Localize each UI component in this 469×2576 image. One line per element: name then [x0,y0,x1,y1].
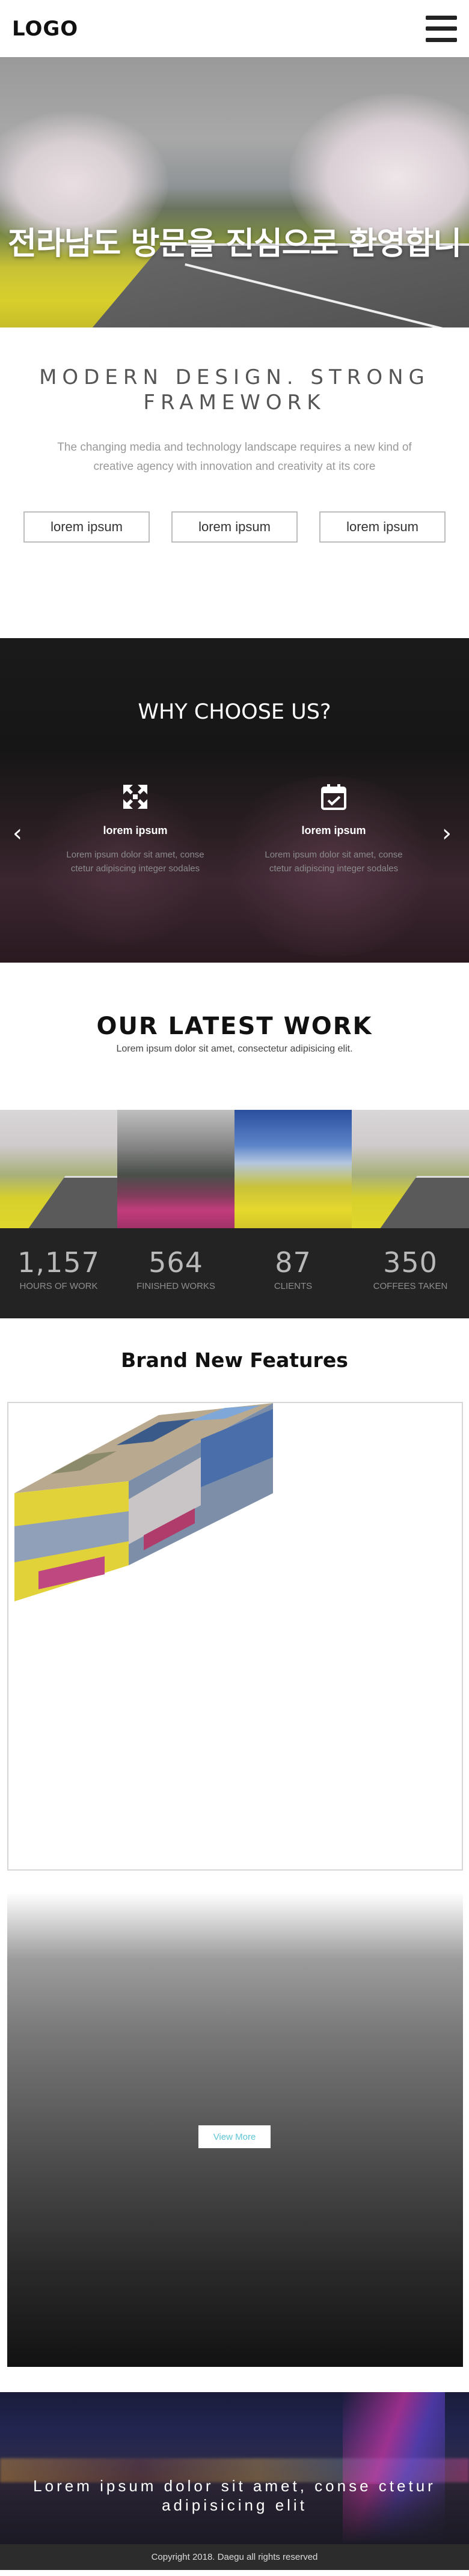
why-title: WHY CHOOSE US? [138,700,331,724]
calendar-check-icon [319,782,348,811]
feature-name: lorem ipsum [301,824,366,836]
logo[interactable]: LOGO [12,17,78,41]
chevron-left-icon[interactable]: ‹ [8,821,26,845]
stat-label: FINISHED WORKS [136,1281,215,1291]
view-more-button[interactable]: View More [198,2125,271,2148]
view-more-panel: View More [7,1892,463,2367]
stat-label: COFFEES TAKEN [373,1281,448,1291]
stat-item: 1,157 HOURS OF WORK [0,1228,117,1318]
stat-number: 350 [383,1246,438,1279]
intro-title: MODERN DESIGN. STRONG FRAMEWORK [39,365,430,415]
gallery-image-road-detail [19,1176,117,1228]
stats-band: 1,157 HOURS OF WORK 564 FINISHED WORKS 8… [0,1228,469,1318]
gallery-image-road[interactable] [0,1110,117,1228]
intro-button-row: lorem ipsum lorem ipsum lorem ipsum [0,511,469,543]
expand-arrows-icon [121,782,150,811]
feature-name: lorem ipsum [103,824,168,836]
hamburger-bar [426,37,457,42]
hero-title: 전라남도 방문을 진심으로 환영합니 [8,226,462,262]
hamburger-menu-icon[interactable] [426,15,457,42]
footer-night-banner: Lorem ipsum dolor sit amet, conse ctetur… [0,2392,469,2544]
stat-item: 87 CLIENTS [234,1228,352,1318]
gallery-image-mountain-flowers[interactable] [117,1110,234,1228]
hamburger-bar [426,15,457,20]
intro-button-1[interactable]: lorem ipsum [23,511,150,543]
stat-label: CLIENTS [274,1281,313,1291]
image-cube-panel [7,1402,463,1871]
stat-item: 564 FINISHED WORKS [117,1228,234,1318]
feature-description: Lorem ipsum dolor sit amet, conse ctetur… [265,850,403,874]
stat-number: 1,157 [17,1246,100,1279]
stat-label: HOURS OF WORK [19,1281,98,1291]
latest-work-subtitle: Lorem ipsum dolor sit amet, consectetur … [116,1044,353,1054]
brand-features-title: Brand New Features [121,1348,348,1372]
copyright-bar: Copyright 2018. Daegu all rights reserve… [0,2544,469,2570]
chevron-right-icon[interactable]: › [438,821,456,845]
footer-quote: Lorem ipsum dolor sit amet, conse ctetur… [33,2477,436,2514]
feature-card: lorem ipsum Lorem ipsum dolor sit amet, … [60,782,210,875]
latest-work-title: OUR LATEST WORK [96,1012,373,1040]
gallery-image-road-detail [370,1176,469,1228]
intro-button-3[interactable]: lorem ipsum [319,511,446,543]
feature-description: Lorem ipsum dolor sit amet, conse ctetur… [66,850,204,874]
feature-card: lorem ipsum Lorem ipsum dolor sit amet, … [259,782,409,875]
work-gallery [0,1110,469,1228]
page: LOGO 전라남도 방문을 진심으로 환영합니 MODERN DESIGN. S… [0,0,469,2576]
hamburger-bar [426,26,457,31]
intro-text: The changing media and technology landsc… [57,441,412,473]
intro-button-2[interactable]: lorem ipsum [171,511,298,543]
gallery-image-road[interactable] [352,1110,469,1228]
rotating-image-cube[interactable] [14,1403,279,1601]
stat-number: 87 [275,1246,311,1279]
brand-features-section: Brand New Features [0,1318,469,1402]
stat-item: 350 COFFEES TAKEN [352,1228,469,1318]
site-header: LOGO [0,0,469,57]
intro-section: MODERN DESIGN. STRONG FRAMEWORK The chan… [0,327,469,638]
why-choose-us-section: WHY CHOOSE US? ‹ › lorem ipsum Lorem ips… [0,638,469,963]
hero-banner: 전라남도 방문을 진심으로 환영합니 [0,57,469,327]
latest-work-section: OUR LATEST WORK Lorem ipsum dolor sit am… [0,963,469,1110]
gallery-image-canola-field[interactable] [234,1110,352,1228]
stat-number: 564 [149,1246,203,1279]
